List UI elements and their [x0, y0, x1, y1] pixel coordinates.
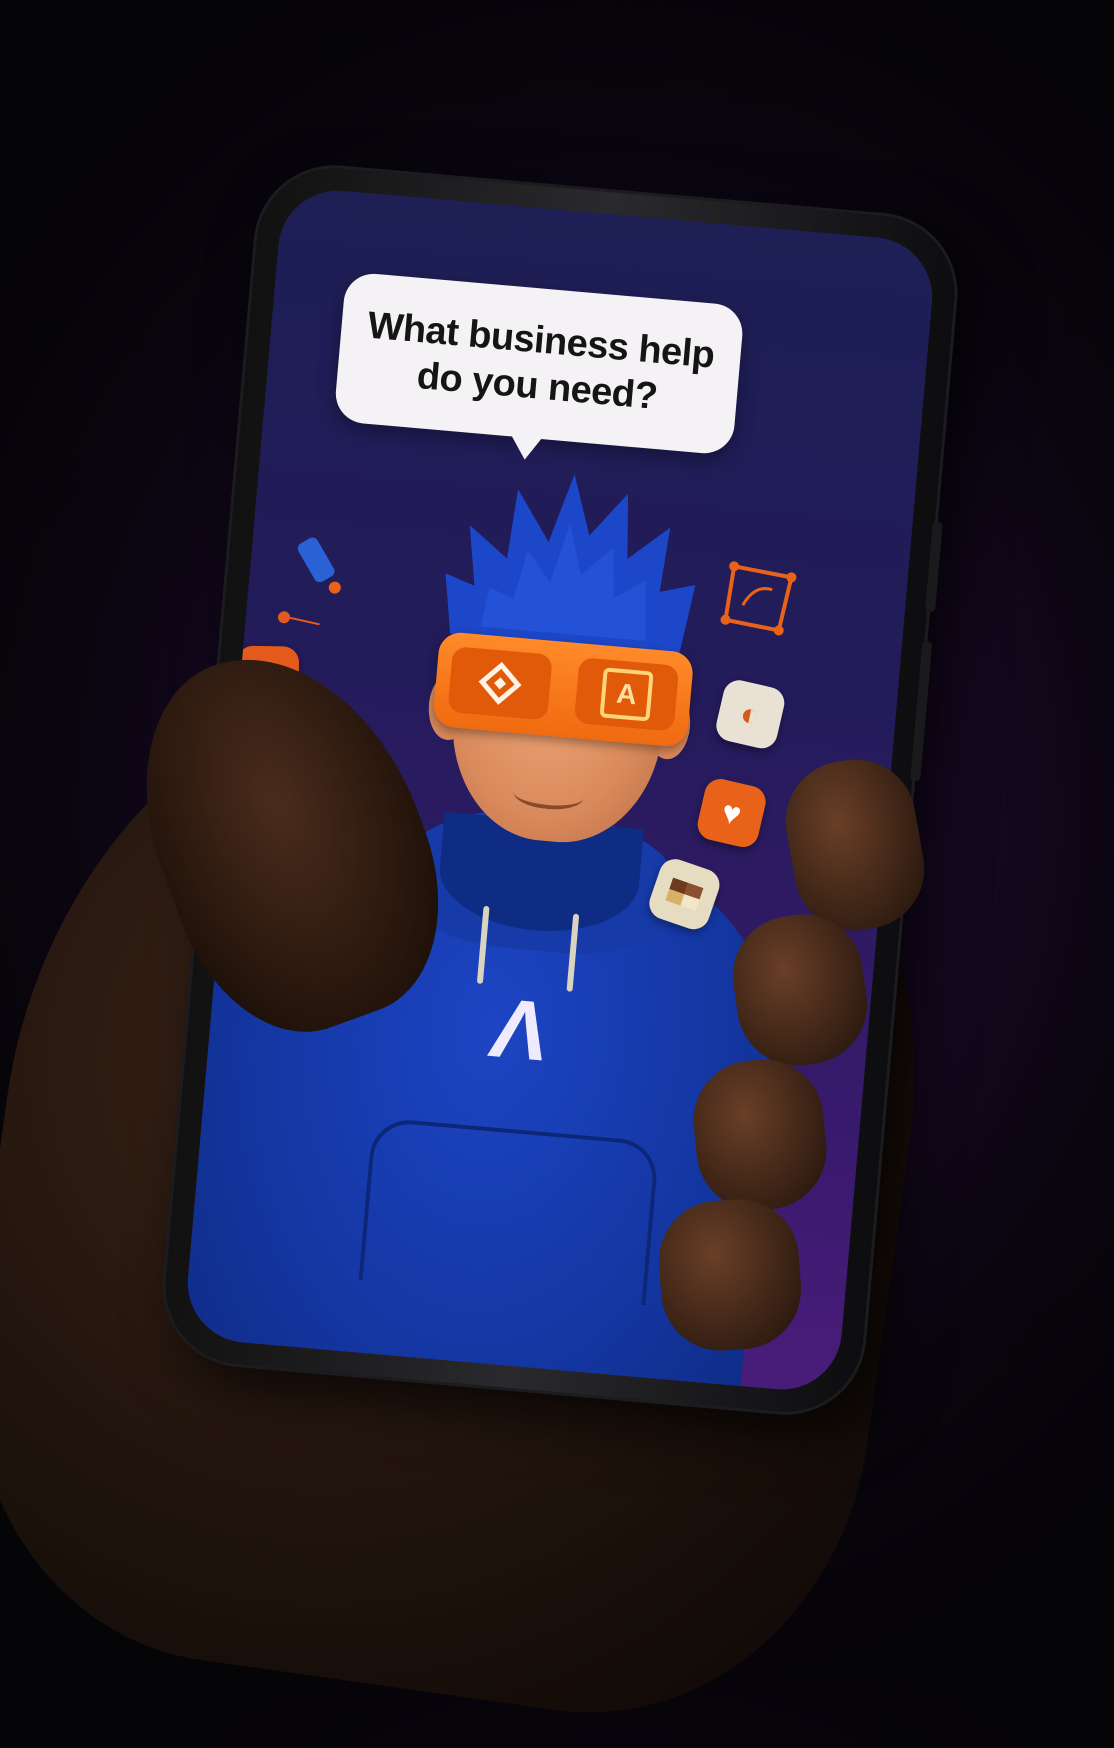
scene: What business help do you need? Λ A ♥ ◐ — [0, 0, 1114, 1748]
right-lens: A — [573, 657, 680, 732]
little-finger — [654, 1195, 806, 1355]
pin-icon — [278, 611, 320, 626]
phone-in-hand: What business help do you need? Λ A ♥ ◐ — [0, 161, 967, 1748]
palette-swatch-icon — [665, 877, 704, 911]
left-lens — [447, 646, 553, 721]
marker-icon — [297, 537, 341, 594]
diamond-logo-icon — [478, 661, 522, 705]
hoodie-pocket — [358, 1116, 660, 1306]
vector-tool-icon — [720, 561, 797, 636]
a-logo-icon: A — [599, 667, 654, 722]
spiky-hair — [445, 474, 696, 654]
